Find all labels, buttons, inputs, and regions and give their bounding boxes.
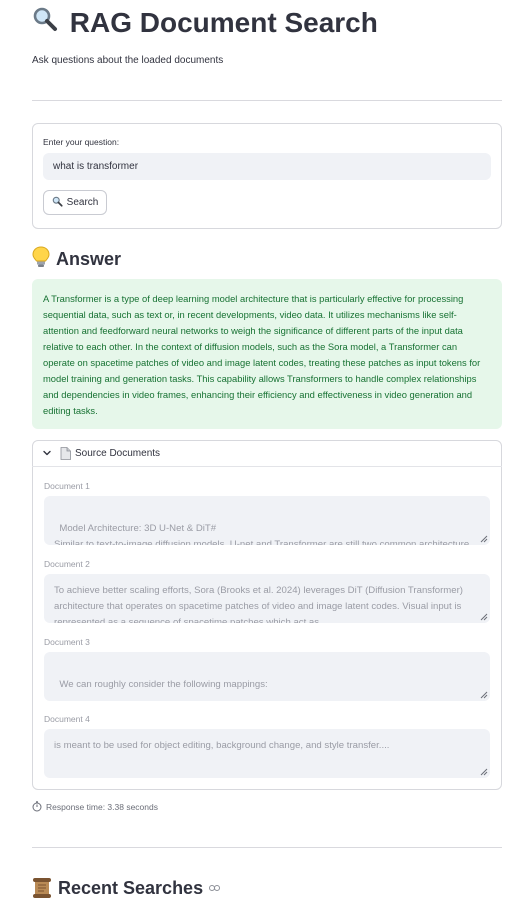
- lightbulb-icon: [32, 246, 50, 273]
- source-documents-header: Source Documents: [75, 447, 161, 459]
- resize-handle-icon[interactable]: [479, 767, 488, 776]
- source-documents-toggle[interactable]: Source Documents: [32, 440, 502, 467]
- response-time: Response time: 3.38 seconds: [32, 801, 158, 812]
- response-time-text: Response time: 3.38 seconds: [46, 801, 158, 812]
- document-text: Model Architecture: 3D U-Net & DiT# Simi…: [54, 523, 470, 545]
- resize-handle-icon[interactable]: [479, 690, 488, 699]
- document-text: To achieve better scaling efforts, Sora …: [54, 585, 463, 623]
- magnifier-icon: [52, 196, 63, 210]
- search-button-label: Search: [66, 197, 99, 208]
- document-label: Document 4: [44, 714, 90, 724]
- answer-heading: Answer: [32, 246, 121, 273]
- recent-searches-heading: Recent Searches: [32, 877, 221, 899]
- document-text: We can roughly consider the following ma…: [59, 679, 268, 690]
- chevron-down-icon: [42, 448, 54, 458]
- question-input[interactable]: [43, 153, 491, 180]
- resize-handle-icon[interactable]: [479, 612, 488, 621]
- divider: [32, 100, 502, 101]
- answer-heading-text: Answer: [56, 249, 122, 269]
- search-button[interactable]: Search: [43, 190, 107, 215]
- scroll-icon: [32, 877, 52, 899]
- answer-box: A Transformer is a type of deep learning…: [32, 279, 502, 429]
- divider: [32, 847, 502, 848]
- document-text: is meant to be used for object editing, …: [54, 740, 390, 751]
- document-textarea[interactable]: To achieve better scaling efforts, Sora …: [44, 574, 490, 623]
- document-icon: [60, 446, 71, 460]
- document-label: Document 3: [44, 637, 90, 647]
- document-textarea[interactable]: We can roughly consider the following ma…: [44, 652, 490, 701]
- page-subtitle: Ask questions about the loaded documents: [32, 55, 224, 66]
- question-label: Enter your question:: [43, 137, 120, 147]
- magnifier-icon: [32, 6, 62, 39]
- resize-handle-icon[interactable]: [479, 534, 488, 543]
- document-label: Document 1: [44, 481, 90, 491]
- document-label: Document 2: [44, 559, 90, 569]
- page-title: RAG Document Search: [32, 6, 378, 39]
- recent-searches-heading-text: Recent Searches: [58, 877, 204, 898]
- document-textarea[interactable]: Model Architecture: 3D U-Net & DiT# Simi…: [44, 496, 490, 545]
- document-textarea[interactable]: is meant to be used for object editing, …: [44, 729, 490, 778]
- page-title-text: RAG Document Search: [69, 7, 378, 38]
- stopwatch-icon: [32, 801, 42, 812]
- link-icon[interactable]: [209, 884, 221, 892]
